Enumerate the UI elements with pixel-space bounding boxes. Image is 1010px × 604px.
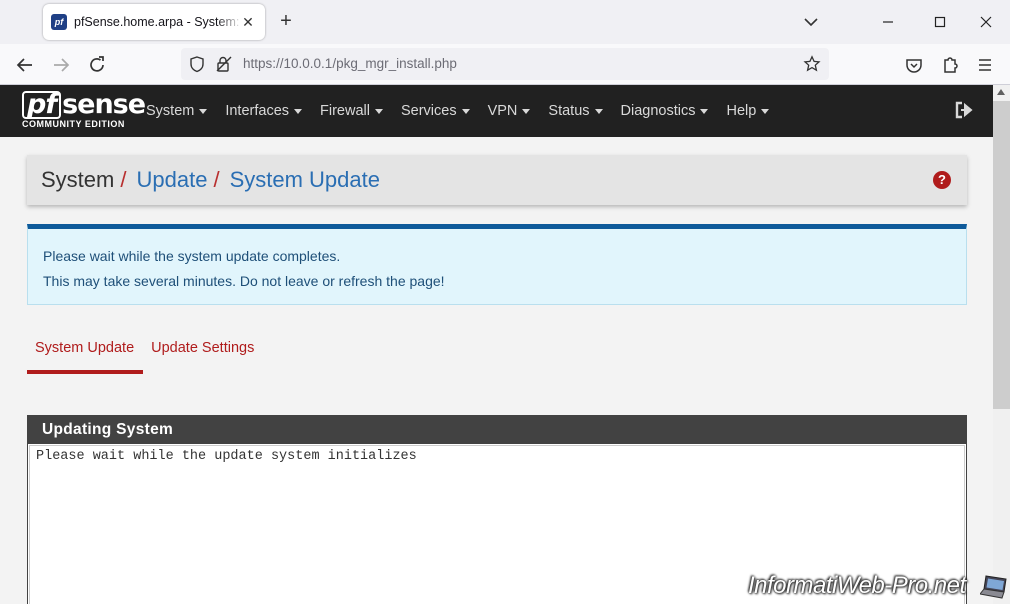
breadcrumb-system: System [41,167,115,192]
menu-help[interactable]: Help [726,103,770,119]
url-text[interactable]: https://10.0.0.1/pkg_mgr_install.php [243,56,457,71]
minimize-window-icon[interactable] [876,10,900,34]
caret-down-icon [522,108,531,114]
caret-down-icon [199,108,208,114]
close-window-icon[interactable] [974,10,998,34]
pocket-icon[interactable] [902,53,926,77]
browser-navbar: https://10.0.0.1/pkg_mgr_install.php [0,44,1010,85]
bookmark-star-icon[interactable] [803,55,821,73]
scroll-thumb[interactable] [993,101,1010,409]
close-tab-icon[interactable]: ✕ [239,13,257,31]
insecure-lock-icon[interactable] [215,55,233,73]
help-question-icon[interactable]: ? [933,171,951,189]
scroll-up-arrow-icon[interactable] [997,89,1005,95]
menu-interfaces[interactable]: Interfaces [225,103,303,119]
breadcrumb-update-link[interactable]: Update [136,167,207,193]
back-arrow-icon[interactable] [13,53,37,77]
page-scrollbar[interactable] [993,85,1010,604]
menu-label: VPN [487,103,518,119]
browser-tabstrip: pf pfSense.home.arpa - System: Update: S… [0,0,1010,44]
extensions-puzzle-icon[interactable] [938,53,962,77]
logo-edition: COMMUNITY EDITION [22,119,125,129]
logo-word: sense [62,89,146,120]
menu-status[interactable]: Status [548,103,603,119]
pfsense-favicon-icon: pf [51,14,67,30]
menu-system[interactable]: System [146,103,208,119]
pfsense-header: pf sense COMMUNITY EDITION System Interfa… [0,85,993,137]
menu-diagnostics[interactable]: Diagnostics [621,103,709,119]
maximize-window-icon[interactable] [928,10,952,34]
breadcrumb-separator: / [213,167,220,192]
menu-vpn[interactable]: VPN [488,103,531,119]
caret-down-icon [761,108,770,114]
watermark-text: InformatiWeb-Pro.net [748,572,966,599]
new-tab-button[interactable]: + [276,11,296,31]
url-path: /pkg_mgr_install.php [332,56,457,71]
page-tabs: System Update Update Settings [27,330,263,374]
tab-update-settings[interactable]: Update Settings [143,330,263,374]
logout-icon[interactable] [954,100,974,120]
url-bar[interactable]: https://10.0.0.1/pkg_mgr_install.php [181,48,829,80]
hamburger-menu-icon[interactable] [973,53,997,77]
breadcrumb: System / Update / System Update [27,155,967,205]
tab-list-chevron-down-icon[interactable] [801,12,821,32]
menu-services[interactable]: Services [401,103,470,119]
caret-down-icon [594,108,603,114]
caret-down-icon [374,108,383,114]
info-alert: Please wait while the system update comp… [27,224,967,305]
browser-tab[interactable]: pf pfSense.home.arpa - System: Update: S… [43,4,265,40]
menu-label: Interfaces [225,103,290,119]
tab-system-update[interactable]: System Update [27,330,144,374]
laptop-logo-icon [980,575,1007,599]
caret-down-icon [461,108,470,114]
forward-arrow-icon[interactable] [49,53,73,77]
menu-label: Help [726,103,757,119]
breadcrumb-system-update-link[interactable]: System Update [230,167,380,193]
logo-pf-mark: pf [22,91,62,119]
alert-line-2: This may take several minutes. Do not le… [43,273,445,289]
reload-icon[interactable] [85,53,109,77]
url-host: https://10.0.0.1 [243,56,333,71]
breadcrumb-separator: / [120,167,127,192]
menu-label: System [146,103,195,119]
alert-line-1: Please wait while the system update comp… [43,248,341,264]
main-menu: System Interfaces Firewall Services VPN … [146,85,787,137]
menu-label: Services [400,103,457,119]
menu-firewall[interactable]: Firewall [320,103,383,119]
tracking-shield-icon[interactable] [188,55,206,73]
tab-title: pfSense.home.arpa - System: Update: Syst… [74,15,242,29]
caret-down-icon [294,108,303,114]
caret-down-icon [700,108,709,114]
menu-label: Firewall [320,103,370,119]
menu-label: Diagnostics [620,103,696,119]
panel-title: Updating System [28,416,966,444]
menu-label: Status [548,103,590,119]
pfsense-logo[interactable]: pf sense COMMUNITY EDITION [22,89,146,129]
